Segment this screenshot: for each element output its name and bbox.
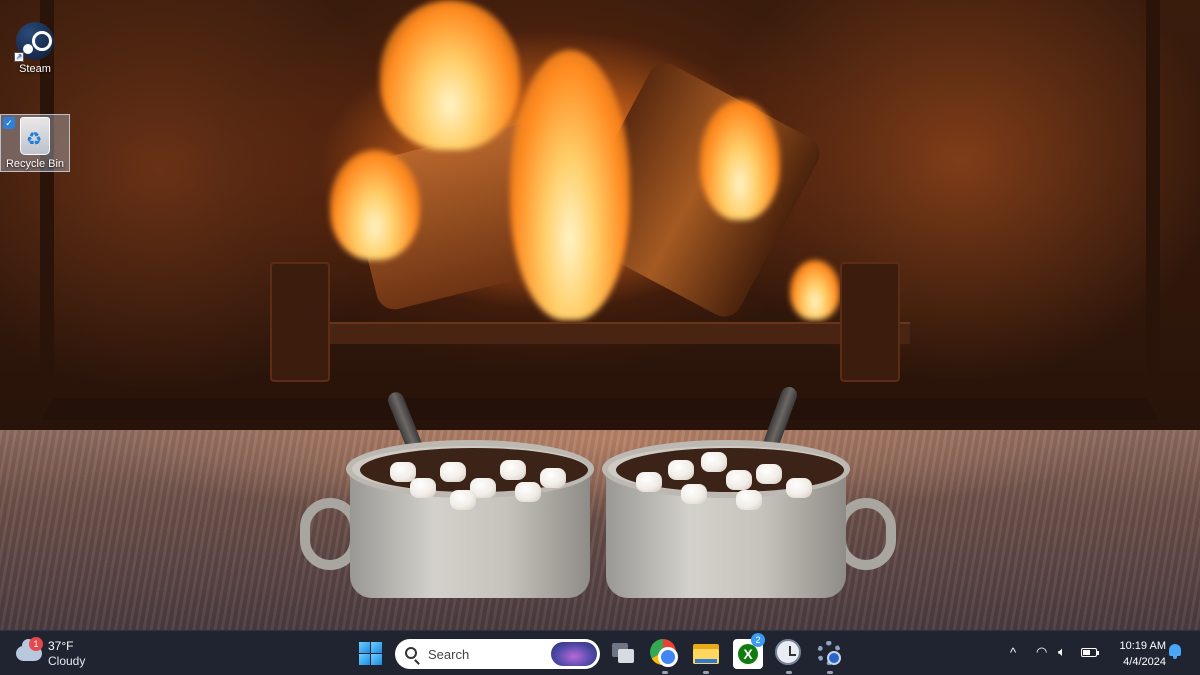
cocoa-mug xyxy=(300,440,594,600)
running-indicator xyxy=(662,671,668,674)
desktop-wallpaper xyxy=(0,0,1200,630)
fur-rug xyxy=(0,430,1200,630)
clock-icon xyxy=(775,639,801,665)
desktop-icon-label: Recycle Bin xyxy=(5,158,65,170)
battery-icon[interactable] xyxy=(1081,648,1099,657)
xbox-badge: 2 xyxy=(751,633,765,647)
flame xyxy=(380,0,520,150)
marshmallow xyxy=(736,490,762,510)
taskbar-app-xbox[interactable]: X 2 xyxy=(733,633,765,669)
windows-logo-icon xyxy=(371,642,382,653)
taskbar-app-file-explorer[interactable] xyxy=(691,639,721,674)
desktop-icon-recycle-bin[interactable]: ♻ ✓ Recycle Bin xyxy=(0,114,70,172)
bell-icon[interactable] xyxy=(1168,644,1182,660)
clock-time: 10:19 AM xyxy=(1119,640,1166,652)
cocoa-mug xyxy=(602,440,896,605)
show-hidden-icons-button[interactable]: ^ xyxy=(1006,645,1020,660)
task-view-icon xyxy=(618,649,634,663)
running-indicator xyxy=(827,671,833,674)
windows-logo-icon xyxy=(359,654,370,665)
search-placeholder: Search xyxy=(428,647,470,662)
xbox-icon: X xyxy=(738,644,758,664)
grate-post xyxy=(840,262,900,382)
marshmallow xyxy=(681,484,707,504)
marshmallow xyxy=(726,470,752,490)
recycle-symbol-icon: ♻ xyxy=(26,129,43,149)
desktop-icon-label: Steam xyxy=(19,63,51,75)
recycle-bin-icon: ♻ xyxy=(20,117,50,155)
desktop-icon-steam[interactable]: ↗ Steam xyxy=(0,22,70,78)
marshmallow xyxy=(540,468,566,488)
grate-bar xyxy=(270,322,910,344)
marshmallow xyxy=(500,460,526,480)
flame xyxy=(330,150,420,260)
battery-level xyxy=(1083,650,1090,655)
fireplace-grate xyxy=(270,262,910,382)
flame xyxy=(700,100,780,220)
marshmallow xyxy=(515,482,541,502)
start-button[interactable] xyxy=(358,641,384,667)
weather-condition: Cloudy xyxy=(48,654,86,668)
system-clock[interactable]: 10:19 AM 4/4/2024 xyxy=(1106,638,1166,670)
windows-logo-icon xyxy=(359,642,370,653)
windows-logo-icon xyxy=(371,654,382,665)
running-indicator xyxy=(786,671,792,674)
weather-widget[interactable]: 1 37°F Cloudy xyxy=(12,637,122,671)
marshmallow xyxy=(756,464,782,484)
search-icon xyxy=(405,647,417,659)
marshmallow xyxy=(440,462,466,482)
search-input[interactable]: Search xyxy=(395,639,600,669)
taskbar-app-clock[interactable] xyxy=(774,639,804,674)
folder-icon xyxy=(695,659,717,663)
selection-checkbox[interactable]: ✓ xyxy=(3,117,15,129)
marshmallow xyxy=(701,452,727,472)
task-view-button[interactable] xyxy=(608,639,638,669)
search-highlight-image[interactable] xyxy=(551,642,597,666)
marshmallow xyxy=(450,490,476,510)
marshmallow xyxy=(390,462,416,482)
clock-date: 4/4/2024 xyxy=(1123,656,1166,668)
chrome-icon xyxy=(650,639,678,667)
taskbar-app-settings[interactable] xyxy=(815,639,845,674)
gear-icon xyxy=(817,641,841,665)
weather-badge: 1 xyxy=(29,637,43,651)
wifi-icon[interactable]: ◠ xyxy=(1036,644,1052,660)
taskbar-app-chrome[interactable] xyxy=(650,639,680,674)
marshmallow xyxy=(786,478,812,498)
marshmallow xyxy=(668,460,694,480)
weather-temperature: 37°F xyxy=(48,639,74,653)
grate-post xyxy=(270,262,330,382)
volume-icon[interactable]: 🔈︎ xyxy=(1058,644,1074,660)
shortcut-arrow-icon: ↗ xyxy=(14,52,24,62)
taskbar: 1 37°F Cloudy Search X 2 ^ ◠ 🔈︎ 10:19 AM… xyxy=(0,630,1200,675)
bell-icon-body xyxy=(1169,644,1181,656)
marshmallow xyxy=(636,472,662,492)
bell-icon-clapper xyxy=(1173,656,1177,659)
marshmallow xyxy=(410,478,436,498)
running-indicator xyxy=(703,671,709,674)
